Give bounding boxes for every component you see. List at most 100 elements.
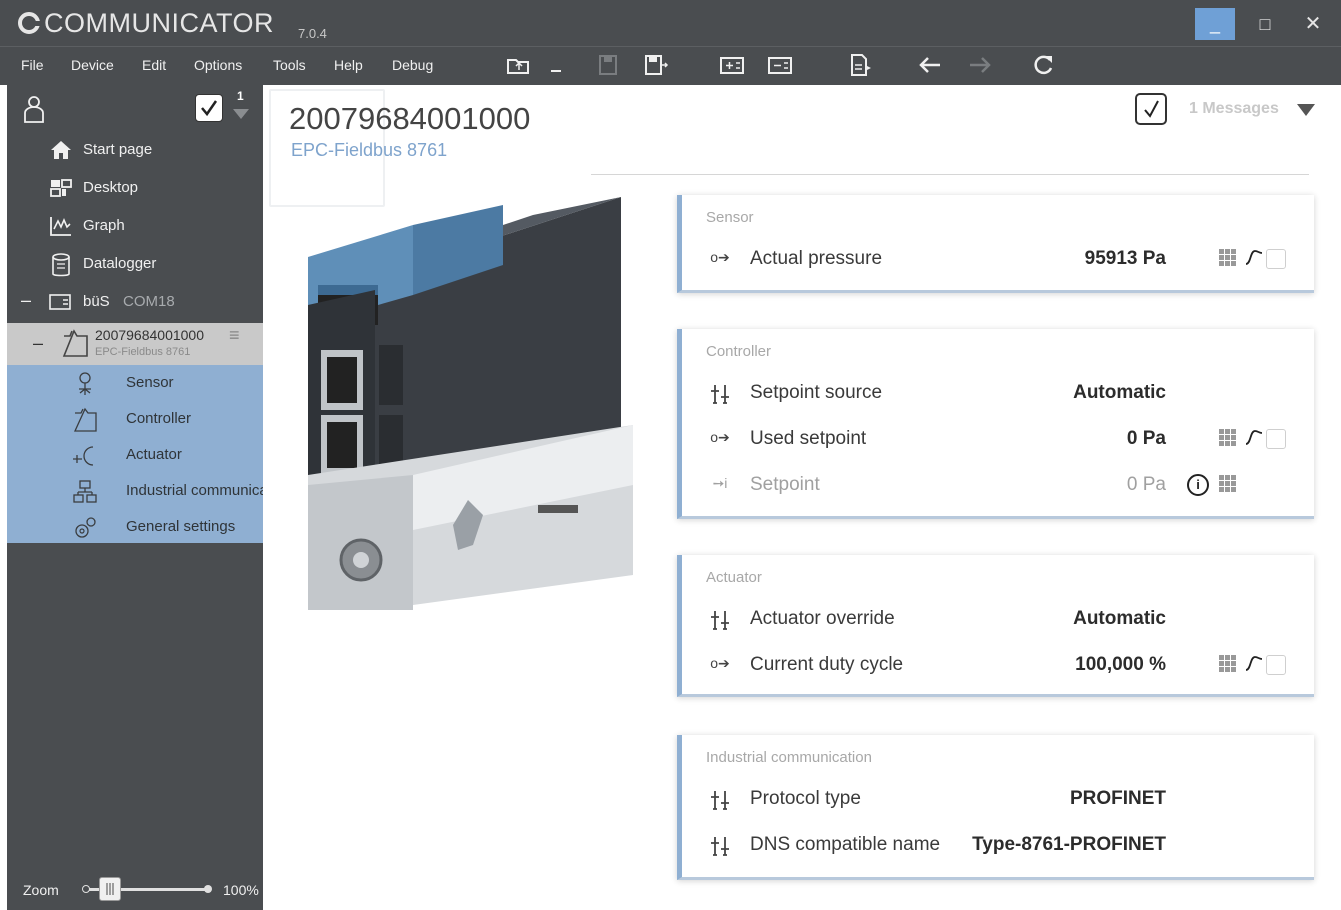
info-icon[interactable]: i (1187, 474, 1209, 496)
row-checkbox[interactable] (1266, 249, 1286, 269)
grid-icon[interactable] (1218, 654, 1238, 674)
sidebar-item-graph[interactable]: Graph (7, 207, 263, 245)
back-arrow-icon[interactable] (916, 53, 944, 79)
sidebar-item-sensor[interactable]: Sensor (7, 365, 263, 401)
maximize-button[interactable]: □ (1245, 8, 1285, 40)
zoom-slider[interactable] (82, 877, 212, 901)
sidebar-item-datalogger[interactable]: Datalogger (7, 245, 263, 283)
menu-file[interactable]: File (21, 57, 44, 73)
row-value: 0 Pa (1126, 428, 1166, 449)
row-label: Setpoint (750, 474, 820, 495)
output-icon: o➔ (710, 655, 730, 671)
menu-options[interactable]: Options (194, 57, 242, 73)
minimize-button[interactable]: _ (1195, 8, 1235, 40)
device-image (303, 185, 633, 610)
card-title: Actuator (706, 569, 762, 586)
row-checkbox[interactable] (1266, 655, 1286, 675)
sidebar-item-industrial-communication[interactable]: Industrial communication (7, 473, 263, 509)
add-device-icon[interactable] (718, 53, 746, 79)
row-value: PROFINET (1069, 788, 1166, 809)
parameter-icon (706, 835, 734, 856)
bus-port: COM18 (123, 293, 175, 310)
save-as-icon[interactable] (642, 53, 670, 79)
zoom-value: 100% (223, 882, 259, 898)
bus-label: büS (83, 293, 110, 310)
actuator-icon (71, 443, 99, 467)
row-actuator-override: Actuator override Automatic (682, 599, 1314, 639)
row-label: Current duty cycle (750, 654, 904, 675)
sidebar-item-controller[interactable]: Controller (7, 401, 263, 437)
zoom-slider-thumb[interactable] (98, 877, 121, 901)
row-protocol-type: Protocol type PROFINET (682, 779, 1314, 819)
messages-dropdown-icon[interactable] (233, 109, 249, 119)
sidebar-item-start-page[interactable]: Start page (7, 131, 263, 169)
sidebar-item-actuator[interactable]: Actuator (7, 437, 263, 473)
device-menu-icon[interactable]: ≡ (229, 325, 240, 346)
bus-collapse-toggle[interactable]: – (21, 290, 31, 311)
sidebar-item-bus[interactable]: – büS COM18 (7, 283, 263, 321)
row-value: Automatic (1073, 608, 1166, 629)
sidebar-item-label: Actuator (126, 446, 182, 463)
refresh-icon[interactable] (1030, 53, 1058, 79)
trend-icon[interactable] (1244, 653, 1264, 678)
menu-debug[interactable]: Debug (392, 57, 433, 73)
sidebar-item-general-settings[interactable]: General settings (7, 509, 263, 545)
general-settings-icon (71, 515, 99, 539)
sidebar-item-device[interactable]: – 20079684001000 EPC-Fieldbus 8761 ≡ (7, 323, 275, 365)
row-used-setpoint: o➔ Used setpoint 0 Pa (682, 419, 1314, 459)
grid-icon[interactable] (1218, 428, 1238, 448)
sidebar-item-desktop[interactable]: Desktop (7, 169, 263, 207)
row-label: Used setpoint (750, 428, 867, 449)
sensor-icon (71, 371, 99, 395)
menu-help[interactable]: Help (334, 57, 363, 73)
open-folder-icon[interactable] (505, 53, 533, 79)
card-sensor: Sensor o➔ Actual pressure 95913 Pa (677, 195, 1314, 293)
zoom-label: Zoom (23, 882, 59, 898)
parameter-icon (706, 383, 734, 404)
trend-icon[interactable] (1244, 247, 1264, 272)
trend-icon[interactable] (1244, 427, 1264, 452)
row-label: Protocol type (750, 788, 861, 809)
card-actuator: Actuator Actuator override Automatic o➔ … (677, 555, 1314, 697)
save-icon[interactable] (594, 53, 622, 79)
menu-tools[interactable]: Tools (273, 57, 306, 73)
menu-device[interactable]: Device (71, 57, 114, 73)
row-setpoint-source: Setpoint source Automatic (682, 373, 1314, 413)
grid-icon[interactable] (1218, 474, 1238, 494)
row-checkbox[interactable] (1266, 429, 1286, 449)
sidebar-item-label: Datalogger (83, 255, 157, 272)
output-icon: o➔ (710, 429, 730, 445)
remove-device-icon[interactable] (766, 53, 794, 79)
main-panel: 20079684001000 EPC-Fieldbus 8761 1 Messa… (263, 85, 1341, 910)
row-value: Type-8761-PROFINET (972, 834, 1166, 855)
forward-arrow-icon[interactable] (966, 53, 994, 79)
row-setpoint: ➙i Setpoint 0 Pa i (682, 465, 1314, 505)
sidebar-header: 1 (7, 85, 263, 131)
logo-icon (18, 12, 40, 34)
grid-icon[interactable] (1218, 248, 1238, 268)
parameter-icon (706, 609, 734, 630)
messages-dropdown-icon[interactable] (1297, 104, 1315, 116)
user-icon[interactable] (21, 94, 47, 124)
sidebar: 1 Start page Desktop Graph Datalogger – … (7, 85, 275, 910)
row-value: Automatic (1073, 382, 1166, 403)
device-collapse-toggle[interactable]: – (33, 333, 43, 354)
close-button[interactable]: ✕ (1293, 8, 1333, 40)
page-title: 20079684001000 (289, 101, 531, 136)
row-value: 0 Pa (1126, 474, 1166, 495)
output-icon: o➔ (710, 249, 730, 265)
card-title: Controller (706, 343, 772, 360)
chevron-down-icon[interactable] (548, 53, 564, 79)
row-label: Actuator override (750, 608, 895, 629)
sidebar-item-label: Sensor (126, 374, 174, 391)
input-icon: ➙i (712, 475, 728, 491)
messages-check-icon[interactable] (1135, 93, 1167, 125)
device-subtree: Sensor Controller Actuator Industrial co… (7, 365, 263, 543)
sidebar-item-label: Start page (83, 141, 153, 158)
export-pdf-icon[interactable] (846, 53, 874, 79)
sidebar-item-label: Graph (83, 217, 125, 234)
message-check-icon[interactable] (195, 94, 223, 122)
menu-edit[interactable]: Edit (142, 57, 166, 73)
messages-label[interactable]: 1 Messages (1189, 100, 1279, 118)
card-title: Sensor (706, 209, 754, 226)
